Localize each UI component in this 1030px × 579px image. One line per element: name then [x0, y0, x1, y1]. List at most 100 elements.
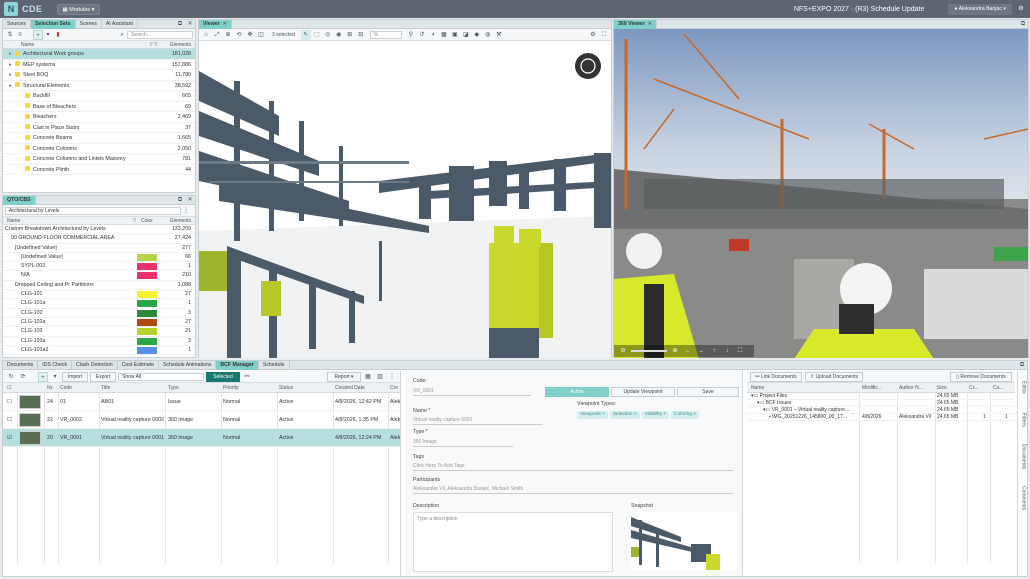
list-item[interactable]: Dropped Ceiling and Pr Partitions 1,088	[3, 281, 195, 291]
delete-icon[interactable]: ▮	[53, 30, 63, 40]
tab-schedule[interactable]: Schedule	[259, 360, 290, 370]
chevron-down-icon[interactable]: ▾	[50, 372, 60, 382]
measure-icon[interactable]: ⊞	[345, 30, 355, 40]
list-item[interactable]: 00 GROUND FLOOR COMMERCIAL AREA 27,424	[3, 234, 195, 244]
color-swatch[interactable]	[137, 318, 157, 326]
zoom-in-icon[interactable]: ⊕	[670, 346, 680, 356]
panorama-image[interactable]	[614, 29, 1028, 358]
update-viewpoint-button[interactable]: Update Viewpoint	[611, 387, 675, 397]
list-item[interactable]: CLG-102a 27	[3, 318, 195, 328]
popout-icon[interactable]: ⧉	[175, 19, 185, 29]
tab-selection-sets[interactable]: Selection Sets	[31, 19, 76, 29]
list-item[interactable]: N/A 210	[3, 271, 195, 281]
name-input[interactable]: Virtual reality capture 0001	[413, 415, 543, 425]
type-select[interactable]: 360 Image	[413, 437, 513, 447]
reset-icon[interactable]: ↺	[417, 30, 427, 40]
list-item[interactable]: Backfill 665	[3, 91, 195, 102]
tab-schedule-animations[interactable]: Schedule Animations	[159, 360, 217, 370]
selected-toggle[interactable]: Selected	[206, 371, 240, 382]
hide-icon[interactable]: ◎	[323, 30, 333, 40]
camera-icon[interactable]: ◪	[461, 30, 471, 40]
upload-documents-button[interactable]: ⇧ Upload Documents	[805, 371, 863, 382]
filter-icon[interactable]: ∇	[133, 217, 136, 225]
more-icon[interactable]: ⋮	[181, 206, 191, 216]
link-icon[interactable]: ⚯	[242, 372, 252, 382]
fullscreen-icon[interactable]: ⛶	[599, 30, 609, 40]
document-row[interactable]: ▾▭ Project Files 24.65 MB	[747, 393, 1015, 400]
list-item[interactable]: ▸ Structural Elements 38,592	[3, 81, 195, 91]
render-icon[interactable]: ▣	[450, 30, 460, 40]
list-item[interactable]: Custom Breakdown Architectural by Levels…	[3, 225, 195, 235]
more-icon[interactable]: ⋮	[387, 372, 397, 382]
fullscreen-icon[interactable]: ⛶	[735, 346, 745, 356]
sync-icon[interactable]: ⟳	[18, 372, 28, 382]
layers-icon[interactable]: ◑	[428, 30, 438, 40]
table-icon[interactable]: ▦	[363, 372, 373, 382]
arrow-up-icon[interactable]: ↑	[709, 346, 719, 356]
tab-ai-assistant[interactable]: AI Assistant	[102, 19, 138, 29]
chevron-down-icon[interactable]: ▾	[43, 30, 53, 40]
tab-scenes[interactable]: Scenes	[76, 19, 102, 29]
tab-bcf-manager[interactable]: BCF Manager	[216, 360, 259, 370]
list-item[interactable]: CLG-102 3	[3, 309, 195, 318]
side-tab-editor[interactable]: Editor	[1021, 375, 1027, 401]
report-button[interactable]: Report ▾	[327, 371, 361, 382]
refresh-icon[interactable]: ↻	[6, 372, 16, 382]
grid-view-icon[interactable]: ▦	[439, 30, 449, 40]
walk-icon[interactable]: ⚲	[406, 30, 416, 40]
filter-icon[interactable]: ⋮ ∇ ∇	[143, 41, 157, 49]
row-checkbox[interactable]: ☑	[7, 429, 12, 447]
side-tab-documents[interactable]: Documents	[1021, 439, 1027, 475]
snapshot-image[interactable]	[631, 512, 737, 570]
settings-icon[interactable]: ⚙	[1016, 4, 1026, 14]
list-item[interactable]: Concrete Columns 2,050	[3, 144, 195, 154]
color-swatch[interactable]	[137, 291, 157, 299]
zoom-level[interactable]: %	[369, 30, 402, 39]
zoom-slider[interactable]	[631, 350, 667, 352]
coloring-type-chip[interactable]: Coloring ×	[671, 411, 700, 419]
pin-icon[interactable]: ◍	[483, 30, 493, 40]
box-select-icon[interactable]: ⬚	[312, 30, 322, 40]
section-icon[interactable]: ⊟	[356, 30, 366, 40]
description-textarea[interactable]: Type a description	[413, 512, 613, 572]
document-row[interactable]: ▪ IMG_20251226_145800_00_17... 4/8/2026 Al…	[747, 414, 1015, 421]
list-item[interactable]: Cast in Place Stairs 37	[3, 123, 195, 133]
filter-dropdown[interactable]: Show All	[118, 372, 204, 381]
tab-cost-estimate[interactable]: Cost Estimate	[118, 360, 159, 370]
close-icon[interactable]: ✕	[185, 195, 195, 205]
add-set-icon[interactable]: +	[33, 29, 43, 40]
tab-viewer[interactable]: Viewer ✕	[199, 19, 232, 29]
list-item[interactable]: Concrete Plinth 44	[3, 165, 195, 175]
color-swatch[interactable]	[137, 346, 157, 354]
user-menu[interactable]: ● Aleksandra Banjac ▾	[948, 3, 1012, 15]
zoom-out-icon[interactable]: ⊖	[618, 346, 628, 356]
color-swatch[interactable]	[137, 300, 157, 308]
participants-select[interactable]: Aleksandar Vil, Aleksandra Banjac, Micha…	[413, 484, 733, 494]
tab-qto[interactable]: QTO/CBS	[3, 195, 36, 205]
viewpoint-type-chip[interactable]: Viewpoint ×	[577, 411, 608, 419]
3d-model-canvas[interactable]	[199, 41, 611, 358]
arrow-down-icon[interactable]: ↓	[722, 346, 732, 356]
color-swatch[interactable]	[137, 309, 157, 317]
list-item[interactable]: CLG-101 27	[3, 290, 195, 300]
palette-icon[interactable]: ◆	[472, 30, 482, 40]
document-row[interactable]: ▾▭ BCF Issues 24.65 MB	[747, 400, 1015, 407]
list-item[interactable]: [Undefined Value] 66	[3, 253, 195, 263]
add-issue-icon[interactable]: +	[38, 371, 48, 382]
row-checkbox[interactable]: ☐	[7, 411, 12, 429]
selection-type-chip[interactable]: Selection ×	[609, 411, 640, 419]
navigation-cube-icon[interactable]	[575, 53, 601, 79]
table-row[interactable]: ☑ 20 VR_0001 Virtual reality capture 0001 36…	[3, 429, 400, 447]
close-icon[interactable]: ✕	[185, 19, 195, 29]
list-item[interactable]: Base of Bleachers 69	[3, 102, 195, 112]
tab-sources[interactable]: Sources	[3, 19, 32, 29]
tab-360-viewer[interactable]: 360 Viewer ✕	[614, 19, 658, 29]
link-documents-button[interactable]: ⚯ Link Documents	[750, 371, 802, 382]
columns-icon[interactable]: ▥	[375, 372, 385, 382]
fit-icon[interactable]: ⤢	[212, 30, 222, 40]
select-icon[interactable]: ↖	[300, 29, 311, 40]
side-tab-filters[interactable]: Filters	[1021, 407, 1027, 433]
list-item[interactable]: CLG-103a2 1	[3, 346, 195, 356]
document-row[interactable]: ▾▭ VR_0001 – Virtual reality capture... 2…	[747, 407, 1015, 414]
list-item[interactable]: Concrete Columns and Lintels Masonry 781	[3, 154, 195, 165]
